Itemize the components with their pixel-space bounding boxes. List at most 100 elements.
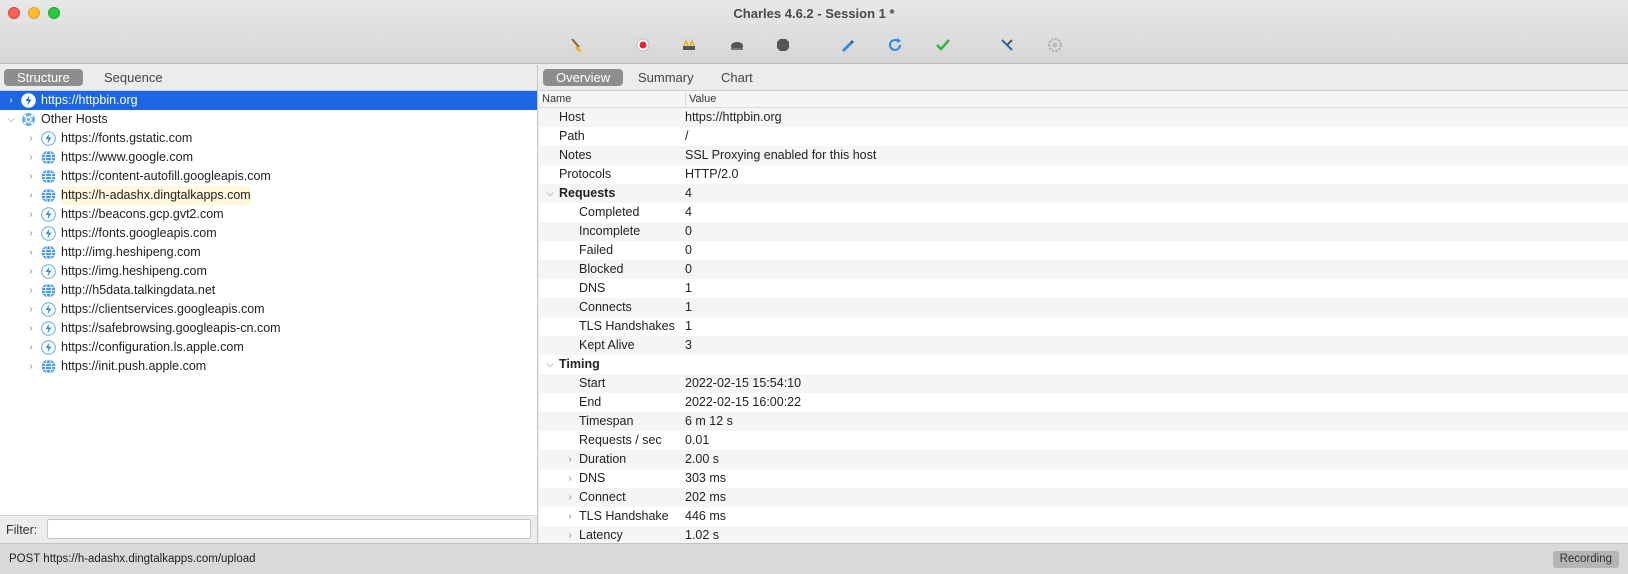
overview-row[interactable]: › Connect 202 ms (539, 488, 1628, 507)
overview-row[interactable]: Kept Alive 3 (539, 336, 1628, 355)
record-icon[interactable] (634, 36, 652, 54)
tab-chart[interactable]: Chart (708, 69, 766, 86)
tree-item[interactable]: › http://img.heshipeng.com (0, 243, 537, 262)
chevron-down-icon[interactable]: ⌵ (545, 355, 555, 374)
tree-item[interactable]: › https://content-autofill.googleapis.com (0, 167, 537, 186)
turtle-icon[interactable] (728, 36, 746, 54)
column-name-header[interactable]: Name (542, 93, 571, 105)
tree-item-label: https://img.heshipeng.com (61, 264, 207, 278)
tree-item[interactable]: › https://safebrowsing.googleapis-cn.com (0, 319, 537, 338)
status-bar: POST https://h-adashx.dingtalkapps.com/u… (0, 543, 1628, 574)
tree-item[interactable]: › https://beacons.gcp.gvt2.com (0, 205, 537, 224)
overview-value: 2022-02-15 15:54:10 (685, 376, 802, 390)
overview-row[interactable]: Protocols HTTP/2.0 (539, 165, 1628, 184)
overview-value: 3 (685, 338, 692, 352)
chevron-right-icon[interactable]: › (26, 205, 36, 224)
chevron-right-icon[interactable]: › (565, 488, 575, 507)
overview-name: Requests / sec (579, 433, 662, 447)
overview-value: 1 (685, 300, 692, 314)
tab-summary[interactable]: Summary (625, 69, 707, 86)
column-value-header[interactable]: Value (689, 93, 716, 105)
chevron-right-icon[interactable]: › (565, 469, 575, 488)
tree-item[interactable]: › https://img.heshipeng.com (0, 262, 537, 281)
chevron-right-icon[interactable]: › (565, 526, 575, 543)
tab-structure[interactable]: Structure (4, 69, 83, 86)
overview-value: 2.00 s (685, 452, 720, 466)
compose-icon[interactable] (838, 36, 856, 54)
chevron-right-icon[interactable]: › (26, 281, 36, 300)
chevron-right-icon[interactable]: › (26, 262, 36, 281)
overview-row[interactable]: › TLS Handshake 446 ms (539, 507, 1628, 526)
overview-row[interactable]: Failed 0 (539, 241, 1628, 260)
tree-item[interactable]: › http://h5data.talkingdata.net (0, 281, 537, 300)
overview-row[interactable]: End 2022-02-15 16:00:22 (539, 393, 1628, 412)
overview-row[interactable]: Connects 1 (539, 298, 1628, 317)
overview-name: Timing (559, 357, 600, 371)
tree-item[interactable]: › https://init.push.apple.com (0, 357, 537, 376)
overview-row[interactable]: › Latency 1.02 s (539, 526, 1628, 543)
tree-item[interactable]: ⌵ Other Hosts (0, 110, 537, 129)
overview-row[interactable]: DNS 1 (539, 279, 1628, 298)
broom-icon[interactable] (568, 36, 586, 54)
overview-name: TLS Handshakes (579, 319, 675, 333)
tree-item[interactable]: › https://configuration.ls.apple.com (0, 338, 537, 357)
filter-input[interactable] (47, 519, 531, 539)
validate-icon[interactable] (934, 36, 952, 54)
chevron-right-icon[interactable]: › (26, 357, 36, 376)
repeat-icon[interactable] (886, 36, 904, 54)
chevron-down-icon[interactable]: ⌵ (6, 110, 16, 129)
overview-row[interactable]: Host https://httpbin.org (539, 108, 1628, 127)
overview-row[interactable]: ⌵ Timing (539, 355, 1628, 374)
overview-name: Failed (579, 243, 614, 257)
throttle-icon[interactable] (680, 36, 698, 54)
chevron-right-icon[interactable]: › (26, 129, 36, 148)
tree-item[interactable]: › https://fonts.googleapis.com (0, 224, 537, 243)
overview-value: 0 (685, 224, 692, 238)
tree-item[interactable]: › https://www.google.com (0, 148, 537, 167)
chevron-right-icon[interactable]: › (26, 319, 36, 338)
globe-icon (41, 245, 56, 260)
overview-name: Kept Alive (579, 338, 635, 352)
overview-row[interactable]: TLS Handshakes 1 (539, 317, 1628, 336)
filter-label: Filter: (6, 523, 38, 537)
overview-row[interactable]: Start 2022-02-15 15:54:10 (539, 374, 1628, 393)
overview-row[interactable]: Timespan 6 m 12 s (539, 412, 1628, 431)
overview-name: Host (559, 110, 585, 124)
overview-row[interactable]: › DNS 303 ms (539, 469, 1628, 488)
tree-item[interactable]: › https://httpbin.org (0, 91, 537, 110)
overview-row[interactable]: Blocked 0 (539, 260, 1628, 279)
overview-row[interactable]: Completed 4 (539, 203, 1628, 222)
chevron-right-icon[interactable]: › (26, 148, 36, 167)
chevron-right-icon[interactable]: › (565, 450, 575, 469)
recording-badge[interactable]: Recording (1552, 551, 1619, 568)
overview-row[interactable]: Incomplete 0 (539, 222, 1628, 241)
ssl-lightning-icon (41, 131, 56, 146)
chevron-right-icon[interactable]: › (26, 300, 36, 319)
tree-item[interactable]: › https://clientservices.googleapis.com (0, 300, 537, 319)
chevron-right-icon[interactable]: › (26, 186, 36, 205)
chevron-down-icon[interactable]: ⌵ (545, 184, 555, 203)
chevron-right-icon[interactable]: › (26, 167, 36, 186)
ssl-lightning-icon (41, 302, 56, 317)
tree-item[interactable]: › https://h-adashx.dingtalkapps.com (0, 186, 537, 205)
overview-row[interactable]: Requests / sec 0.01 (539, 431, 1628, 450)
chevron-right-icon[interactable]: › (565, 507, 575, 526)
settings-icon[interactable] (1046, 36, 1064, 54)
tree-item[interactable]: › https://fonts.gstatic.com (0, 129, 537, 148)
overview-row[interactable]: › Duration 2.00 s (539, 450, 1628, 469)
tree-item-label: https://h-adashx.dingtalkapps.com (61, 186, 251, 205)
overview-row[interactable]: Notes SSL Proxying enabled for this host (539, 146, 1628, 165)
chevron-right-icon[interactable]: › (26, 243, 36, 262)
overview-value: 0.01 (685, 433, 710, 447)
chevron-right-icon[interactable]: › (26, 338, 36, 357)
tools-icon[interactable] (998, 36, 1016, 54)
tree-item-label: https://configuration.ls.apple.com (61, 340, 244, 354)
overview-row[interactable]: Path / (539, 127, 1628, 146)
chevron-right-icon[interactable]: › (6, 91, 16, 110)
tab-overview[interactable]: Overview (543, 69, 624, 86)
overview-row[interactable]: ⌵ Requests 4 (539, 184, 1628, 203)
tab-sequence[interactable]: Sequence (91, 69, 176, 86)
tree-item-label: https://fonts.gstatic.com (61, 131, 193, 145)
stop-breakpoint-icon[interactable] (774, 36, 792, 54)
chevron-right-icon[interactable]: › (26, 224, 36, 243)
